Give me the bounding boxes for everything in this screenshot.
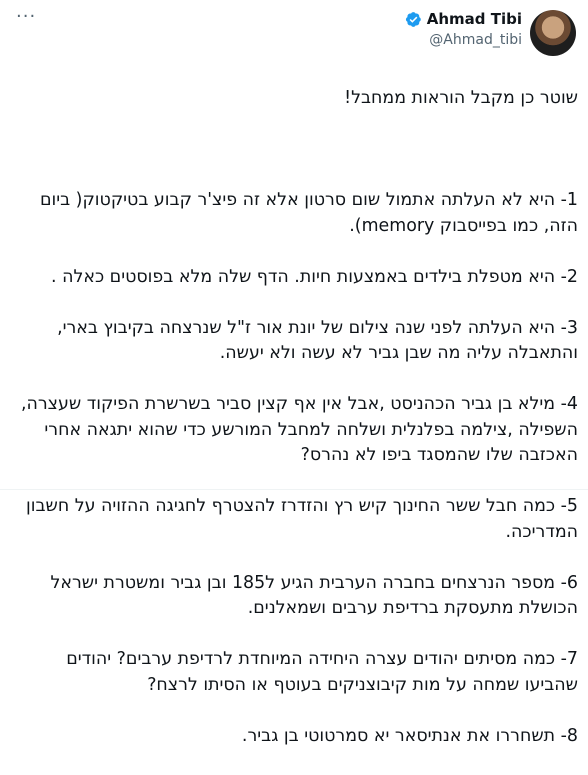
author-name[interactable]: Ahmad Tibi bbox=[427, 10, 522, 28]
verified-badge-icon bbox=[405, 11, 421, 27]
tweet-header: ··· Ahmad Tibi @Ahmad_tibi bbox=[0, 0, 588, 60]
tweet-item-7: 7- כמה מסיתים יהודים עצרה היחידה המיוחדת… bbox=[66, 649, 578, 695]
divider bbox=[0, 489, 588, 490]
author-handle[interactable]: @Ahmad_tibi bbox=[405, 32, 522, 48]
tweet-item-1: 1- היא לא העלתה אתמול שום סרטון אלא זה פ… bbox=[39, 190, 578, 236]
avatar[interactable] bbox=[530, 10, 576, 56]
tweet-item-8: 8- תשחררו את אנתיסאר יא סמרטוטי בן גביר. bbox=[241, 725, 578, 746]
author-info[interactable]: Ahmad Tibi @Ahmad_tibi bbox=[405, 10, 522, 48]
tweet-item-4: 4- מילא בן גביר הכהניסט ,אבל אין אף קצין… bbox=[20, 394, 578, 465]
tweet-item-6: 6- מספר הנרצחים בחברה הערבית הגיע ל185 ו… bbox=[50, 572, 578, 619]
tweet-title: שוטר כן מקבל הוראות ממחבל! bbox=[344, 87, 578, 108]
more-options-icon[interactable]: ··· bbox=[16, 6, 36, 27]
tweet-item-5: 5- כמה חבל ששר החינוך קיש רץ והזדרז להצט… bbox=[26, 496, 578, 542]
tweet-text: שוטר כן מקבל הוראות ממחבל! 1- היא לא העל… bbox=[10, 60, 578, 775]
tweet-item-2: 2- היא מטפלת בילדים באמצעות חיות. הדף של… bbox=[51, 266, 578, 287]
tweet-item-3: 3- היא העלתה לפני שנה צילום של יונת אור … bbox=[57, 317, 578, 364]
